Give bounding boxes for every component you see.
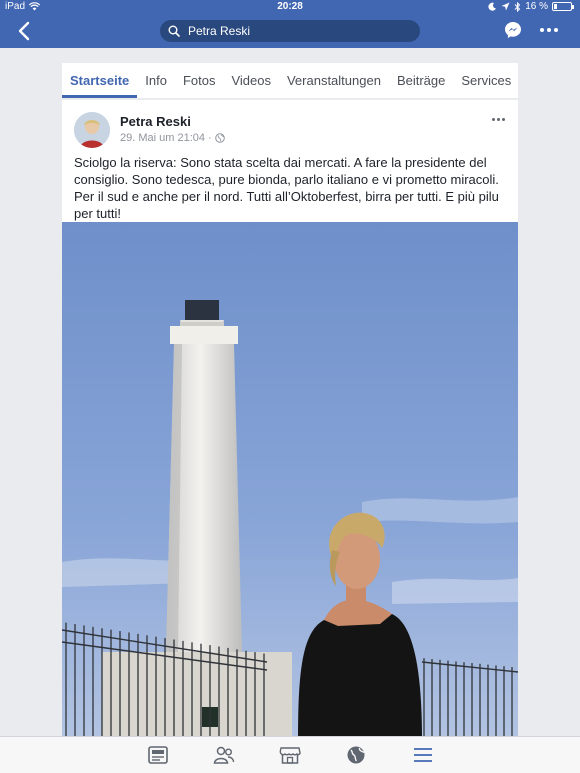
tab-services[interactable]: Services <box>453 63 518 98</box>
search-icon <box>168 25 180 37</box>
status-bar: iPad 20:28 16 % <box>0 0 580 14</box>
tab-info[interactable]: Info <box>137 63 175 98</box>
tab-fotos[interactable]: Fotos <box>175 63 224 98</box>
tab-startseite[interactable]: Startseite <box>62 63 138 98</box>
friends-icon[interactable] <box>213 745 235 765</box>
back-chevron-icon[interactable] <box>14 20 36 42</box>
globe-icon[interactable] <box>345 745 367 765</box>
search-query: Petra Reski <box>188 24 251 38</box>
news-feed-icon[interactable] <box>147 745 169 765</box>
page-tabs: Startseite Info Fotos Videos Veranstaltu… <box>62 63 518 98</box>
battery-icon <box>552 2 574 11</box>
menu-icon[interactable] <box>412 745 434 765</box>
post-meta: 29. Mai um 21:04 · <box>120 132 225 144</box>
top-nav-bar: Petra Reski <box>0 14 580 48</box>
post-options-button[interactable] <box>488 114 508 124</box>
post-card: Petra Reski 29. Mai um 21:04 · Sciolgo l… <box>62 100 518 740</box>
globe-icon <box>214 133 225 143</box>
moon-icon <box>488 2 497 11</box>
tab-beitraege[interactable]: Beiträge <box>389 63 453 98</box>
location-arrow-icon <box>501 2 510 11</box>
tab-veranstaltungen[interactable]: Veranstaltungen <box>279 63 389 98</box>
messenger-icon[interactable] <box>504 21 522 39</box>
post-text: Sciolgo la riserva: Sono stata scelta da… <box>74 155 499 221</box>
post-photo[interactable] <box>62 222 518 740</box>
bottom-tab-bar <box>0 736 580 773</box>
marketplace-icon[interactable] <box>279 745 301 765</box>
tab-videos[interactable]: Videos <box>223 63 279 98</box>
search-input[interactable]: Petra Reski <box>160 20 420 42</box>
post-author[interactable]: Petra Reski <box>120 114 191 129</box>
battery-percent: 16 % <box>525 1 548 12</box>
post-timestamp[interactable]: 29. Mai um 21:04 · <box>120 132 212 144</box>
more-icon[interactable] <box>540 28 558 32</box>
bluetooth-icon <box>514 1 521 12</box>
avatar[interactable] <box>74 112 110 148</box>
